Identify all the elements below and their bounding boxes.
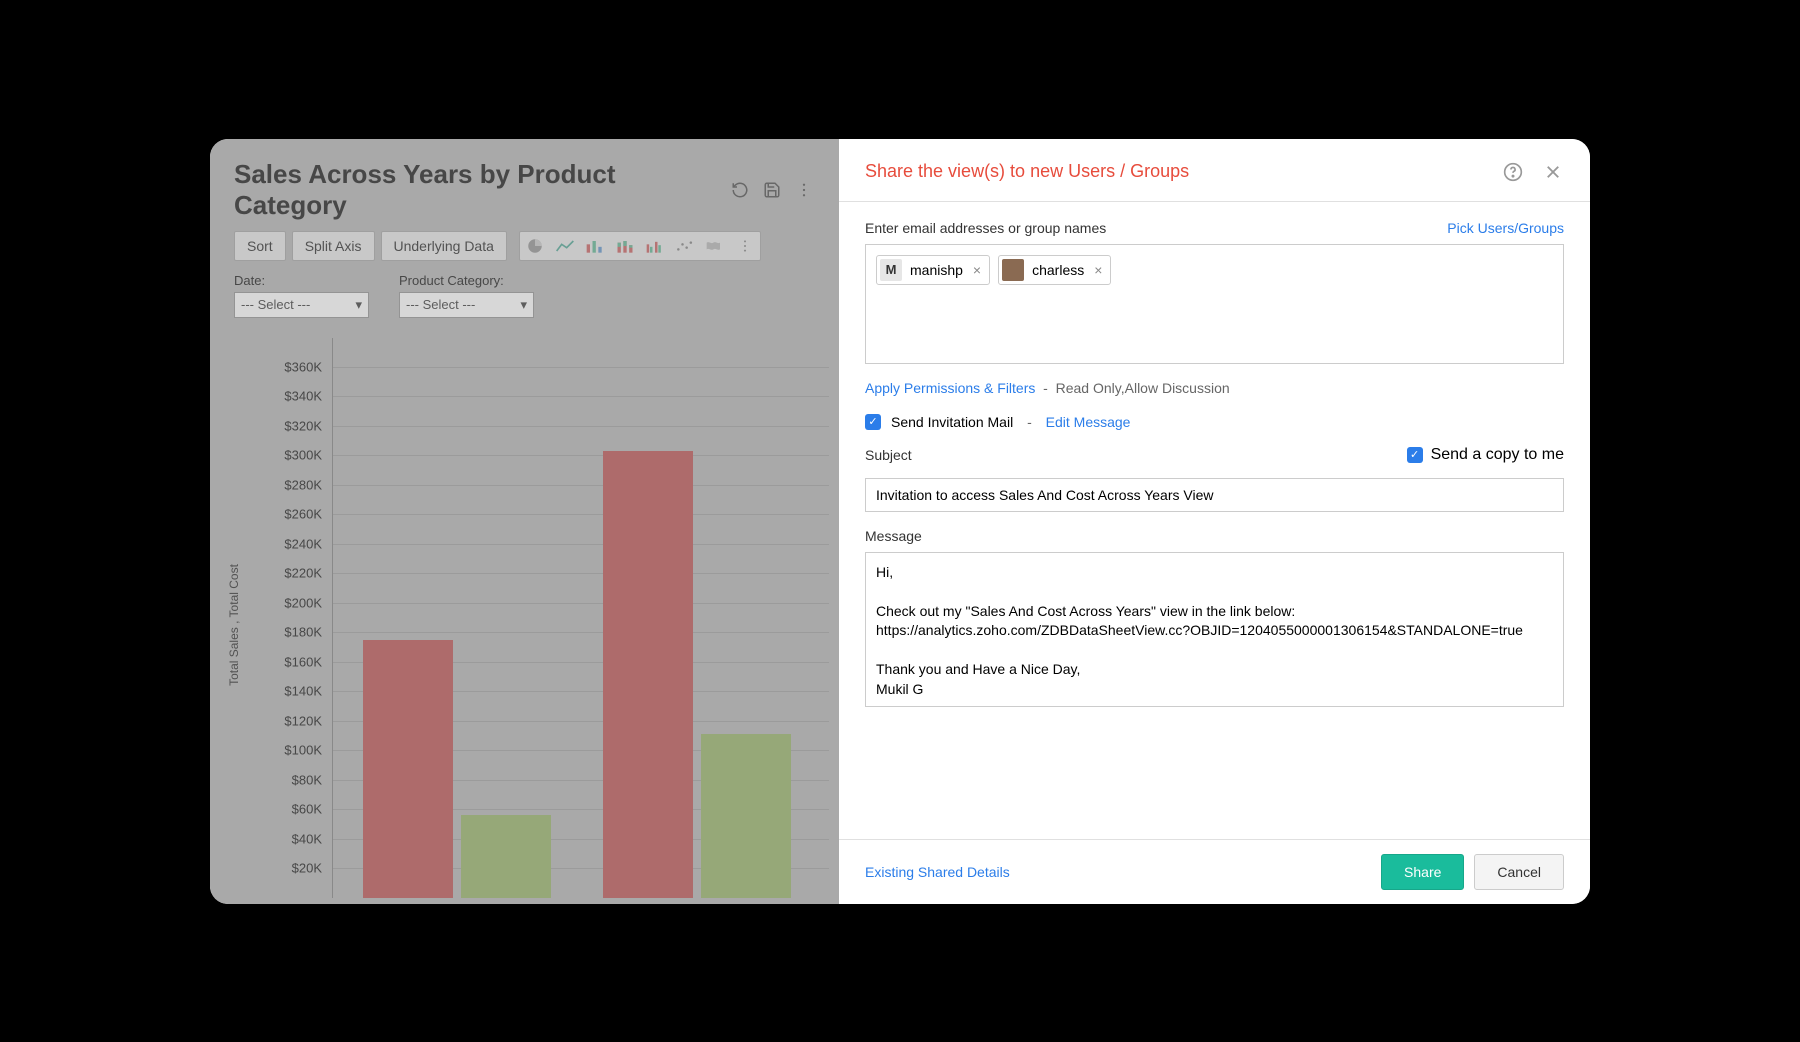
y-axis-title: Total Sales , Total Cost [227,564,241,686]
y-tick-label: $260K [284,507,322,522]
send-copy-checkbox[interactable]: ✓ [1407,447,1423,463]
pie-chart-icon[interactable] [522,235,548,257]
existing-shared-link[interactable]: Existing Shared Details [865,864,1371,880]
send-invite-checkbox[interactable]: ✓ [865,414,881,430]
category-filter-select[interactable]: --- Select --- ▾ [399,292,534,318]
y-tick-label: $320K [284,418,322,433]
email-label: Enter email addresses or group names [865,220,1106,236]
scatter-chart-icon[interactable] [672,235,698,257]
y-tick-label: $140K [284,684,322,699]
y-tick-label: $340K [284,389,322,404]
chart-bar [461,815,551,898]
date-filter-label: Date: [234,273,369,288]
y-tick-label: $20K [292,861,322,876]
chart-plot: Total Sales , Total Cost $360K$340K$320K… [234,338,839,898]
recipient-name: manishp [910,262,963,278]
remove-token-icon[interactable]: × [1092,262,1104,278]
y-tick-label: $280K [284,477,322,492]
underlying-data-button[interactable]: Underlying Data [381,231,507,261]
edit-message-link[interactable]: Edit Message [1046,414,1131,430]
message-label: Message [865,528,922,544]
y-tick-label: $300K [284,448,322,463]
chart-bar [701,734,791,898]
chevron-down-icon: ▾ [520,297,527,313]
date-filter-select[interactable]: --- Select --- ▾ [234,292,369,318]
permissions-value: Read Only,Allow Discussion [1056,380,1230,396]
subject-label: Subject [865,447,912,463]
remove-token-icon[interactable]: × [971,262,983,278]
y-tick-label: $220K [284,566,322,581]
y-tick-label: $80K [292,772,322,787]
y-tick-label: $120K [284,713,322,728]
recipient-name: charless [1032,262,1084,278]
help-icon[interactable] [1502,161,1524,183]
send-copy-label: Send a copy to me [1431,446,1564,464]
apply-permissions-link[interactable]: Apply Permissions & Filters [865,380,1035,396]
y-tick-label: $360K [284,359,322,374]
more-icon[interactable] [793,179,815,201]
send-invite-label: Send Invitation Mail [891,414,1013,430]
y-tick-label: $200K [284,595,322,610]
y-tick-label: $180K [284,625,322,640]
subject-input[interactable] [865,478,1564,512]
recipient-token: charless × [998,255,1111,285]
line-chart-icon[interactable] [552,235,578,257]
map-chart-icon[interactable] [702,235,728,257]
close-icon[interactable] [1542,161,1564,183]
y-tick-label: $60K [292,802,322,817]
refresh-icon[interactable] [729,179,751,201]
grouped-bar-icon[interactable] [642,235,668,257]
y-tick-label: $100K [284,743,322,758]
sort-button[interactable]: Sort [234,231,286,261]
separator: - [1039,380,1051,396]
avatar [1002,259,1024,281]
recipients-input[interactable]: Mmanishp × charless × [865,244,1564,364]
share-button[interactable]: Share [1381,854,1464,890]
separator: - [1023,414,1035,430]
chart-bar [603,451,693,898]
pick-users-link[interactable]: Pick Users/Groups [1447,220,1564,236]
save-icon[interactable] [761,179,783,201]
stacked-bar-icon[interactable] [612,235,638,257]
recipient-token: Mmanishp × [876,255,990,285]
y-tick-label: $160K [284,654,322,669]
bar-chart-icon[interactable] [582,235,608,257]
y-tick-label: $240K [284,536,322,551]
page-title: Sales Across Years by Product Category [234,159,729,221]
y-tick-label: $40K [292,831,322,846]
dialog-title: Share the view(s) to new Users / Groups [865,161,1502,182]
chevron-down-icon: ▾ [355,297,362,313]
chart-bar [363,640,453,898]
category-filter-value: --- Select --- [406,297,475,312]
avatar: M [880,259,902,281]
message-textarea[interactable] [865,552,1564,707]
cancel-button[interactable]: Cancel [1474,854,1564,890]
date-filter-value: --- Select --- [241,297,310,312]
more-charts-icon[interactable] [732,235,758,257]
split-axis-button[interactable]: Split Axis [292,231,375,261]
category-filter-label: Product Category: [399,273,534,288]
